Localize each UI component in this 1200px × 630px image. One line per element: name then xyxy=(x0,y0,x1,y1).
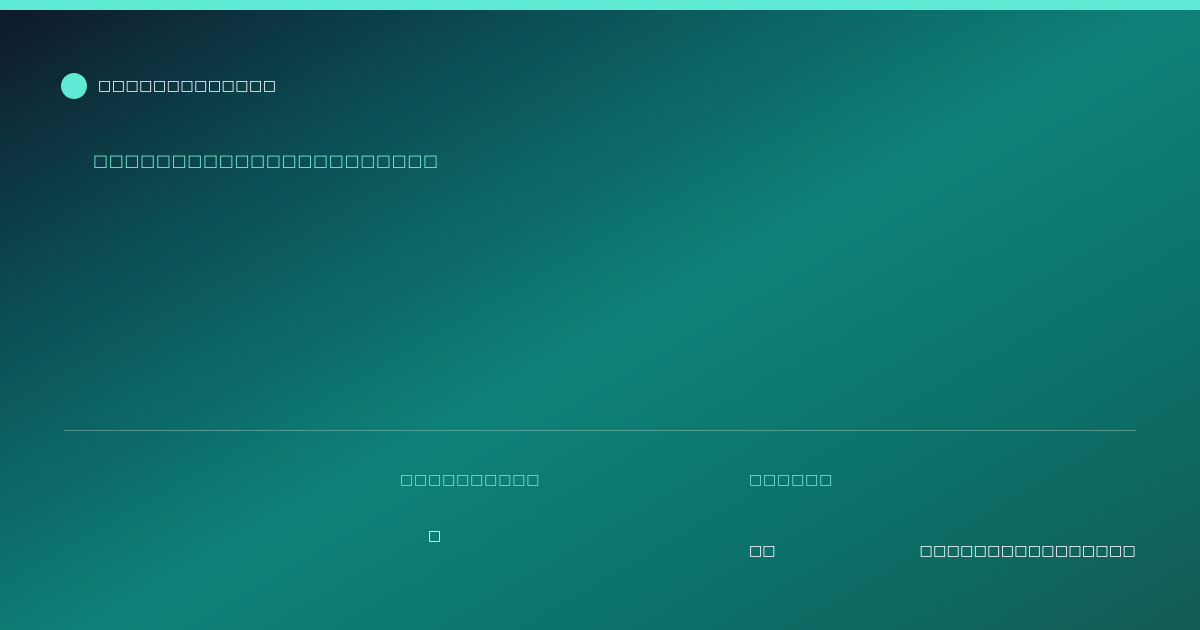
stat-value-1: □ xyxy=(428,528,442,544)
stat-label-1: □□□□□□□□□□ xyxy=(400,472,541,488)
divider xyxy=(64,430,1136,431)
stat-label-2: □□□□□□ xyxy=(749,472,834,488)
brand-logo-icon xyxy=(61,73,87,99)
brand: □□□□□□□□□□□□□ xyxy=(61,73,276,99)
top-accent-bar xyxy=(0,0,1200,10)
footer-url: □□□□□□□□□□□□□□□□ xyxy=(919,543,1136,559)
tagline: □□□□□□□□□□□□□□□□□□□□□□ xyxy=(93,151,439,170)
stat-value-2: □□ xyxy=(749,543,776,559)
brand-name: □□□□□□□□□□□□□ xyxy=(98,78,277,94)
